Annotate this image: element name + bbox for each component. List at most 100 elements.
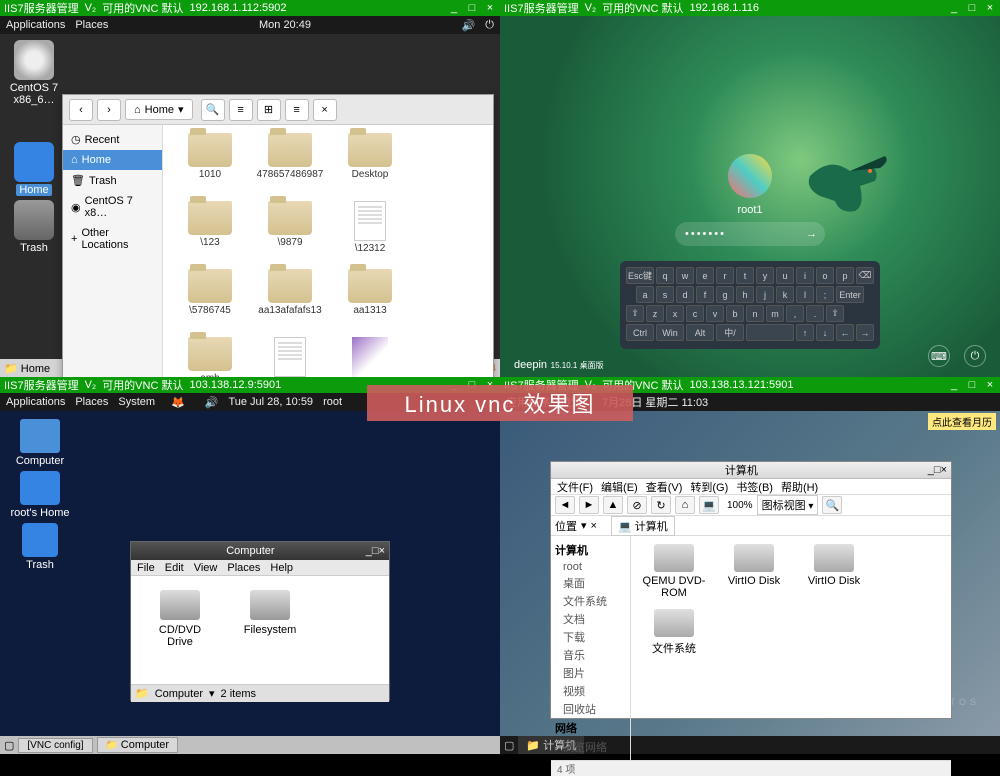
keyboard-key[interactable]: Win <box>656 324 684 341</box>
volume-icon[interactable]: 🔊 <box>462 19 476 32</box>
menu-item[interactable]: 文件(F) <box>557 479 593 495</box>
places-menu[interactable]: Places <box>75 396 108 408</box>
computer-body[interactable]: CD/DVD Drive Filesystem <box>131 576 389 684</box>
keyboard-key[interactable]: x <box>666 305 684 322</box>
search-button[interactable]: 🔍 <box>822 496 842 514</box>
show-desktop-icon[interactable]: ▢ <box>504 739 514 752</box>
keyboard-key[interactable]: m <box>766 305 784 322</box>
keyboard-key[interactable]: e <box>696 267 714 284</box>
keyboard-key[interactable]: h <box>736 286 754 303</box>
file-item[interactable]: aa13afafafs13 <box>251 269 329 335</box>
keyboard-key[interactable]: 中/ <box>716 324 744 341</box>
drive-item[interactable]: VirtIO Disk <box>719 544 789 599</box>
keyboard-key[interactable] <box>746 324 794 341</box>
filesystem-item[interactable]: Filesystem <box>235 590 305 670</box>
menu-item[interactable]: 查看(V) <box>646 479 683 495</box>
keyboard-key[interactable]: p <box>836 267 854 284</box>
keyboard-key[interactable]: ⇧ <box>626 305 644 322</box>
close-icon[interactable]: × <box>484 2 496 14</box>
applications-menu[interactable]: Applications <box>6 396 65 408</box>
window-titlebar[interactable]: 计算机_□× <box>551 462 951 479</box>
trash-desktop-icon[interactable]: Trash <box>10 523 70 571</box>
file-item[interactable]: \123 <box>171 201 249 267</box>
volume-icon[interactable]: 🔊 <box>205 396 219 409</box>
menu-item[interactable]: File <box>137 562 155 574</box>
close-icon[interactable]: × <box>984 2 996 14</box>
computer-button[interactable]: 💻 <box>699 496 719 514</box>
sidebar-item[interactable]: 回收站 <box>555 700 626 718</box>
taskbar-item-home[interactable]: 📁 Home <box>4 362 50 375</box>
keyboard-key[interactable]: j <box>756 286 774 303</box>
back-button[interactable]: ◄ <box>555 496 575 514</box>
system-menu[interactable]: System <box>118 396 155 408</box>
menu-item[interactable]: 转到(G) <box>690 479 728 495</box>
close-sidebar-icon[interactable]: × <box>591 520 597 532</box>
sidebar-item[interactable]: 下载 <box>555 628 626 646</box>
keyboard-key[interactable]: a <box>636 286 654 303</box>
caja-file-grid[interactable]: QEMU DVD-ROMVirtIO DiskVirtIO Disk文件系统 <box>631 536 951 760</box>
keyboard-key[interactable]: r <box>716 267 734 284</box>
keyboard-key[interactable]: g <box>716 286 734 303</box>
back-button[interactable]: ‹ <box>69 99 93 121</box>
keyboard-key[interactable]: ↑ <box>796 324 814 341</box>
file-item[interactable]: \9879 <box>251 201 329 267</box>
file-item[interactable]: aa1313 <box>331 269 409 335</box>
reload-button[interactable]: ↻ <box>651 496 671 514</box>
keyboard-key[interactable]: , <box>786 305 804 322</box>
power-icon[interactable]: ⏻ <box>964 345 986 367</box>
keyboard-key[interactable]: f <box>696 286 714 303</box>
keyboard-key[interactable]: v <box>706 305 724 322</box>
sidebar-item[interactable]: 图片 <box>555 664 626 682</box>
maximize-icon[interactable]: □ <box>934 464 941 476</box>
sidebar-item-home[interactable]: ⌂Home <box>63 150 162 170</box>
keyboard-key[interactable]: ⌫ <box>856 267 874 284</box>
minimize-icon[interactable]: _ <box>948 2 960 14</box>
keyboard-key[interactable]: . <box>806 305 824 322</box>
maximize-icon[interactable]: □ <box>372 545 379 557</box>
maximize-icon[interactable]: □ <box>466 2 478 14</box>
sidebar-item-trash[interactable]: 🗑Trash <box>63 170 162 191</box>
show-desktop-icon[interactable]: ▢ <box>4 739 14 752</box>
home-desktop-icon[interactable]: root's Home <box>10 471 70 519</box>
menu-item[interactable]: 书签(B) <box>736 479 773 495</box>
keyboard-key[interactable]: u <box>776 267 794 284</box>
trash-desktop-icon[interactable]: Trash <box>6 200 62 254</box>
grid-view-button[interactable]: ⊞ <box>257 99 281 121</box>
menu-item[interactable]: Edit <box>165 562 184 574</box>
location-bar[interactable]: ⌂Home▾ <box>125 99 193 120</box>
keyboard-key[interactable]: Esc键 <box>626 267 654 284</box>
sidebar-item[interactable]: 文件系统 <box>555 592 626 610</box>
home-button[interactable]: ⌂ <box>675 496 695 514</box>
applications-menu[interactable]: Applications <box>6 19 65 31</box>
hamburger-button[interactable]: ≡ <box>285 99 309 121</box>
window-titlebar[interactable]: Computer_□× <box>131 542 389 560</box>
file-item[interactable]: Desktop <box>331 133 409 199</box>
keyboard-key[interactable]: y <box>756 267 774 284</box>
close-icon[interactable]: × <box>379 545 385 557</box>
sidebar-item-network[interactable]: 浏览网络 <box>555 738 626 756</box>
clock[interactable]: Tue Jul 28, 10:59 <box>228 396 313 408</box>
up-button[interactable]: ▲ <box>603 496 623 514</box>
keyboard-key[interactable]: ↓ <box>816 324 834 341</box>
keyboard-key[interactable]: ⇧ <box>826 305 844 322</box>
keyboard-key[interactable]: t <box>736 267 754 284</box>
forward-button[interactable]: ► <box>579 496 599 514</box>
drive-item[interactable]: QEMU DVD-ROM <box>639 544 709 599</box>
cd-desktop-icon[interactable]: CentOS 7 x86_6… <box>6 40 62 106</box>
keyboard-key[interactable]: l <box>796 286 814 303</box>
sidebar-item[interactable]: 音乐 <box>555 646 626 664</box>
drive-item[interactable]: 文件系统 <box>639 609 709 656</box>
user-menu[interactable]: root <box>323 396 342 408</box>
keyboard-key[interactable]: Enter <box>836 286 864 303</box>
close-button[interactable]: × <box>313 99 337 121</box>
cd-drive-item[interactable]: CD/DVD Drive <box>145 590 215 670</box>
list-view-button[interactable]: ≡ <box>229 99 253 121</box>
drive-item[interactable]: VirtIO Disk <box>799 544 869 599</box>
keyboard-key[interactable]: d <box>676 286 694 303</box>
maximize-icon[interactable]: □ <box>966 379 978 391</box>
taskbar-item-vnc[interactable]: [VNC config] <box>18 738 92 753</box>
submit-arrow-icon[interactable]: → <box>806 228 819 240</box>
sidebar-item-recent[interactable]: ◷Recent <box>63 129 162 150</box>
keyboard-key[interactable]: b <box>726 305 744 322</box>
keyboard-key[interactable]: q <box>656 267 674 284</box>
